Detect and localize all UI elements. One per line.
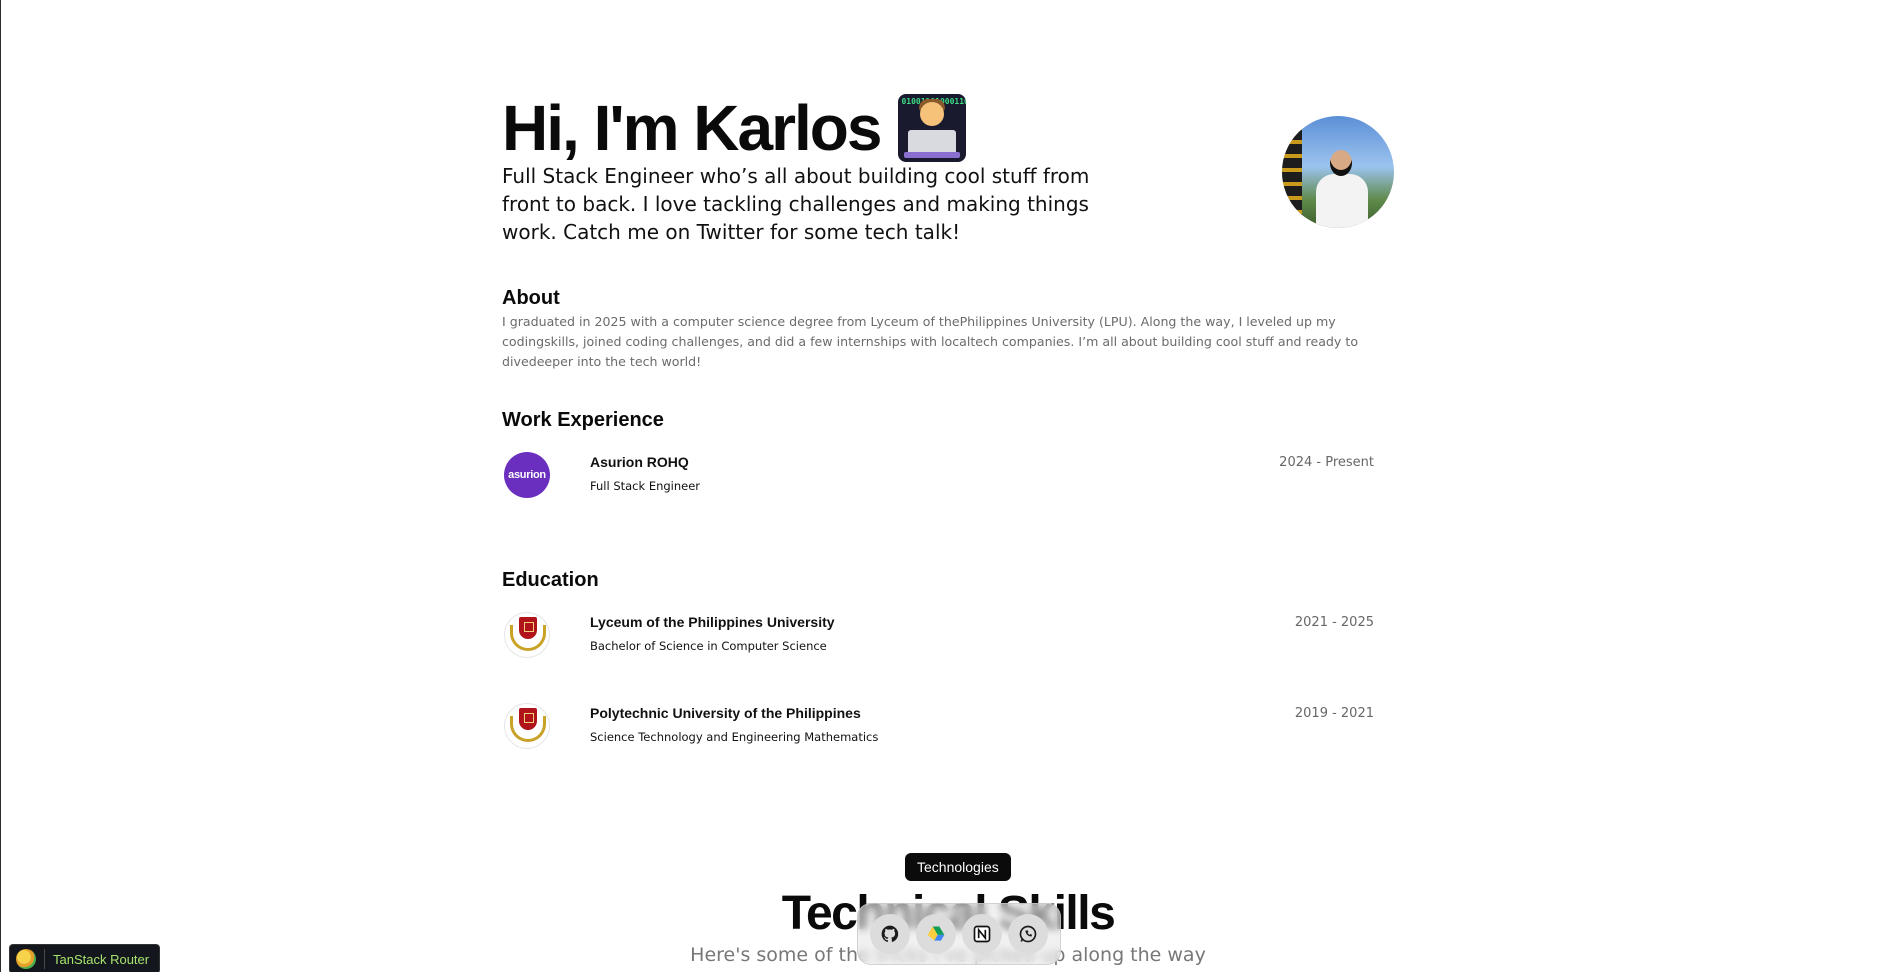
education-school: Polytechnic University of the Philippine… [590,705,861,721]
google-drive-icon[interactable] [916,914,956,954]
education-section: Education [502,568,1394,592]
education-dates: 2021 - 2025 [1294,615,1374,630]
education-heading: Education [502,569,599,591]
devtools-label: TanStack Router [53,951,150,967]
devtools-divider [44,949,45,969]
education-item-lpu[interactable]: Lyceum of the Philippines University Bac… [502,612,1374,662]
lpu-logo [504,612,550,658]
education-degree: Bachelor of Science in Computer Science [590,639,827,653]
hero-title: Hi, I'm Karlos 0100110100011011010110001… [502,92,967,164]
tanstack-logo-icon [16,949,36,969]
about-text: I graduated in 2025 with a computer scie… [502,314,1359,369]
work-company: Asurion ROHQ [590,454,689,470]
education-degree: Science Technology and Engineering Mathe… [590,730,879,744]
whatsapp-icon[interactable] [1008,914,1048,954]
profile-avatar [1282,116,1394,228]
work-experience-heading: Work Experience [502,409,664,431]
floating-dock [857,903,1061,965]
education-item-pup[interactable]: Polytechnic University of the Philippine… [502,703,1374,753]
github-icon[interactable] [870,914,910,954]
work-experience-section: Work Experience [502,408,1394,432]
work-role: Full Stack Engineer [590,479,701,493]
education-school: Lyceum of the Philippines University [590,614,835,630]
pup-logo [504,703,550,749]
about-section: About I graduated in 2025 with a compute… [502,286,1394,372]
hero-subtitle: Full Stack Engineer who’s all about buil… [502,164,1090,244]
education-dates: 2019 - 2021 [1294,706,1374,721]
about-heading: About [502,287,560,309]
window-left-border [0,0,1,972]
hero-section: Hi, I'm Karlos 0100110100011011010110001… [502,92,1394,252]
technologist-emoji-icon: 010011010001101101011000110101001011 [898,94,967,162]
hero-title-text: Hi, I'm Karlos [502,92,882,164]
asurion-logo: asurion [504,452,550,498]
work-item-asurion[interactable]: asurion Asurion ROHQ Full Stack Engineer… [502,452,1374,502]
dock-tooltip: Technologies [905,853,1011,881]
work-dates: 2024 - Present [1279,455,1374,470]
notion-icon[interactable] [962,914,1002,954]
tanstack-router-devtools-button[interactable]: TanStack Router [9,944,161,972]
